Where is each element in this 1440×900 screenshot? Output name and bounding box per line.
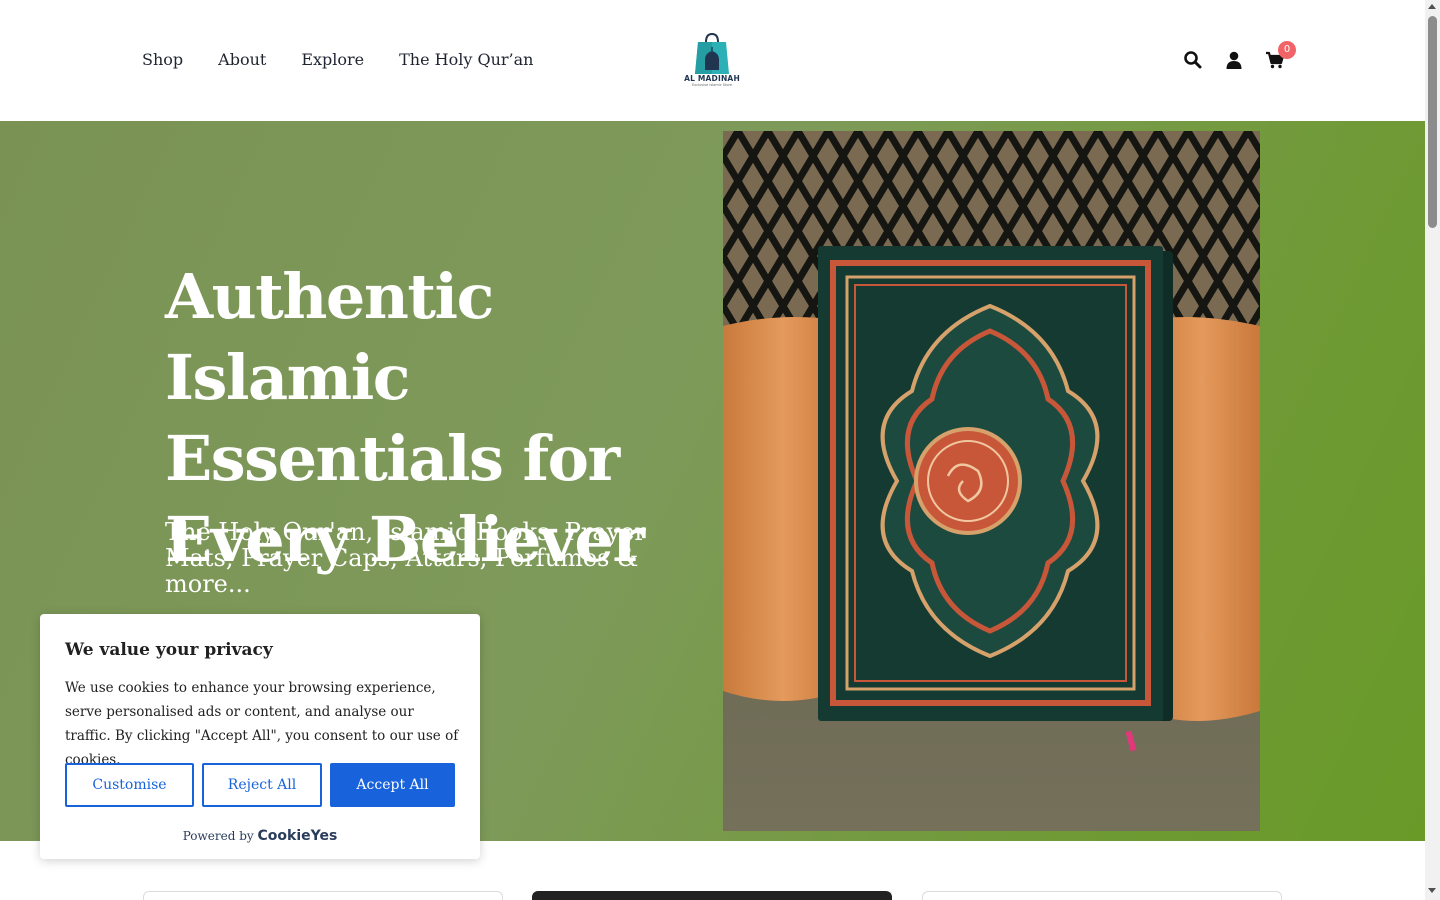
- accept-all-button[interactable]: Accept All: [330, 763, 455, 807]
- cookie-title: We value your privacy: [65, 640, 273, 660]
- nav-explore[interactable]: Explore: [301, 48, 364, 72]
- scrollbar-thumb[interactable]: [1428, 16, 1437, 228]
- logo-name: AL MADINAH: [684, 74, 740, 83]
- customise-button[interactable]: Customise: [65, 763, 194, 807]
- scroll-up-arrow-icon[interactable]: [1428, 4, 1436, 9]
- cookie-consent-banner: We value your privacy We use cookies to …: [40, 614, 480, 859]
- reject-all-button[interactable]: Reject All: [202, 763, 322, 807]
- user-icon[interactable]: [1224, 50, 1244, 70]
- nav-holy-quran[interactable]: The Holy Qur’an: [399, 48, 533, 72]
- search-icon[interactable]: [1183, 50, 1203, 70]
- cookieyes-logo: CookieYes: [257, 828, 338, 844]
- category-card[interactable]: [532, 891, 892, 900]
- site-header: Shop About Explore The Holy Qur’an AL MA…: [0, 0, 1425, 121]
- site-logo[interactable]: AL MADINAH Exclusive Islamic Store: [684, 30, 740, 90]
- hero-subtitle: The Holy Qur'an, Islamic Books, Prayer M…: [165, 518, 646, 598]
- main-nav: Shop About Explore The Holy Qur’an: [142, 48, 568, 72]
- logo-tagline: Exclusive Islamic Store: [691, 83, 733, 87]
- quran-book-image: [723, 131, 1260, 831]
- nav-shop[interactable]: Shop: [142, 48, 183, 72]
- category-card[interactable]: [922, 891, 1282, 900]
- scroll-down-arrow-icon[interactable]: [1428, 888, 1436, 893]
- cart-count-badge: 0: [1278, 41, 1296, 59]
- cookie-description: We use cookies to enhance your browsing …: [65, 680, 459, 768]
- powered-by[interactable]: Powered by CookieYes: [40, 828, 480, 844]
- cart-icon[interactable]: 0: [1265, 41, 1296, 70]
- category-card[interactable]: [143, 891, 503, 900]
- shopping-bag-mosque-icon: [695, 32, 729, 74]
- nav-about[interactable]: About: [218, 48, 266, 72]
- header-icons: 0: [1183, 41, 1306, 70]
- page-scrollbar[interactable]: [1425, 0, 1440, 900]
- powered-by-label: Powered by: [182, 829, 254, 843]
